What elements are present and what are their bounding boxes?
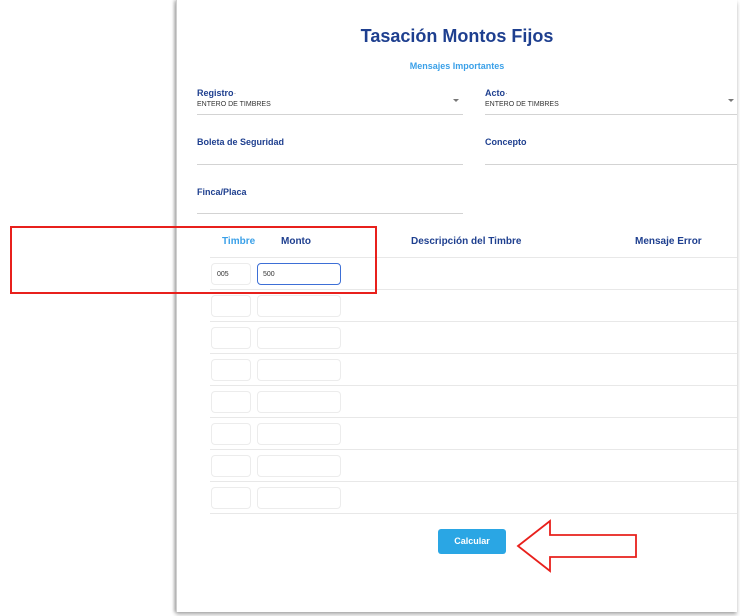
acto-underline bbox=[485, 114, 737, 115]
monto-input[interactable] bbox=[257, 295, 341, 317]
monto-input[interactable] bbox=[257, 391, 341, 413]
form-card: Tasación Montos Fijos Mensajes Important… bbox=[176, 0, 737, 612]
registro-underline bbox=[197, 114, 463, 115]
concepto-label: Concepto bbox=[485, 137, 527, 147]
highlight-annotation bbox=[10, 226, 377, 294]
monto-input[interactable] bbox=[257, 455, 341, 477]
timbre-input[interactable] bbox=[211, 327, 251, 349]
timbre-input[interactable] bbox=[211, 295, 251, 317]
col-header-mensaje-error: Mensaje Error bbox=[635, 236, 702, 247]
timbre-input[interactable] bbox=[211, 359, 251, 381]
monto-input[interactable] bbox=[257, 487, 341, 509]
boleta-label: Boleta de Seguridad bbox=[197, 137, 285, 147]
acto-select[interactable]: ENTERO DE TIMBRES bbox=[485, 101, 559, 108]
row-divider bbox=[210, 481, 737, 482]
timbre-input[interactable] bbox=[211, 455, 251, 477]
registro-label: Registro· bbox=[197, 88, 237, 98]
monto-input[interactable] bbox=[257, 423, 341, 445]
timbre-input[interactable] bbox=[211, 487, 251, 509]
timbre-input[interactable] bbox=[211, 391, 251, 413]
arrow-left-icon bbox=[516, 519, 637, 573]
timbre-input[interactable] bbox=[211, 423, 251, 445]
important-messages-link[interactable]: Mensajes Importantes bbox=[177, 61, 737, 71]
row-divider bbox=[210, 385, 737, 386]
concepto-input[interactable] bbox=[485, 164, 737, 165]
row-divider bbox=[210, 513, 737, 514]
chevron-down-icon[interactable] bbox=[453, 99, 459, 102]
row-divider bbox=[210, 321, 737, 322]
registro-select[interactable]: ENTERO DE TIMBRES bbox=[197, 101, 271, 108]
row-divider bbox=[210, 417, 737, 418]
finca-input[interactable] bbox=[197, 213, 463, 214]
page-title: Tasación Montos Fijos bbox=[360, 26, 554, 46]
boleta-input[interactable] bbox=[197, 164, 463, 165]
monto-input[interactable] bbox=[257, 359, 341, 381]
chevron-down-icon[interactable] bbox=[728, 99, 734, 102]
col-header-descripcion: Descripción del Timbre bbox=[411, 236, 522, 247]
acto-label: Acto· bbox=[485, 88, 508, 98]
row-divider bbox=[210, 353, 737, 354]
row-divider bbox=[210, 449, 737, 450]
finca-label: Finca/Placa bbox=[197, 187, 247, 197]
monto-input[interactable] bbox=[257, 327, 341, 349]
calcular-button[interactable]: Calcular bbox=[438, 529, 506, 554]
